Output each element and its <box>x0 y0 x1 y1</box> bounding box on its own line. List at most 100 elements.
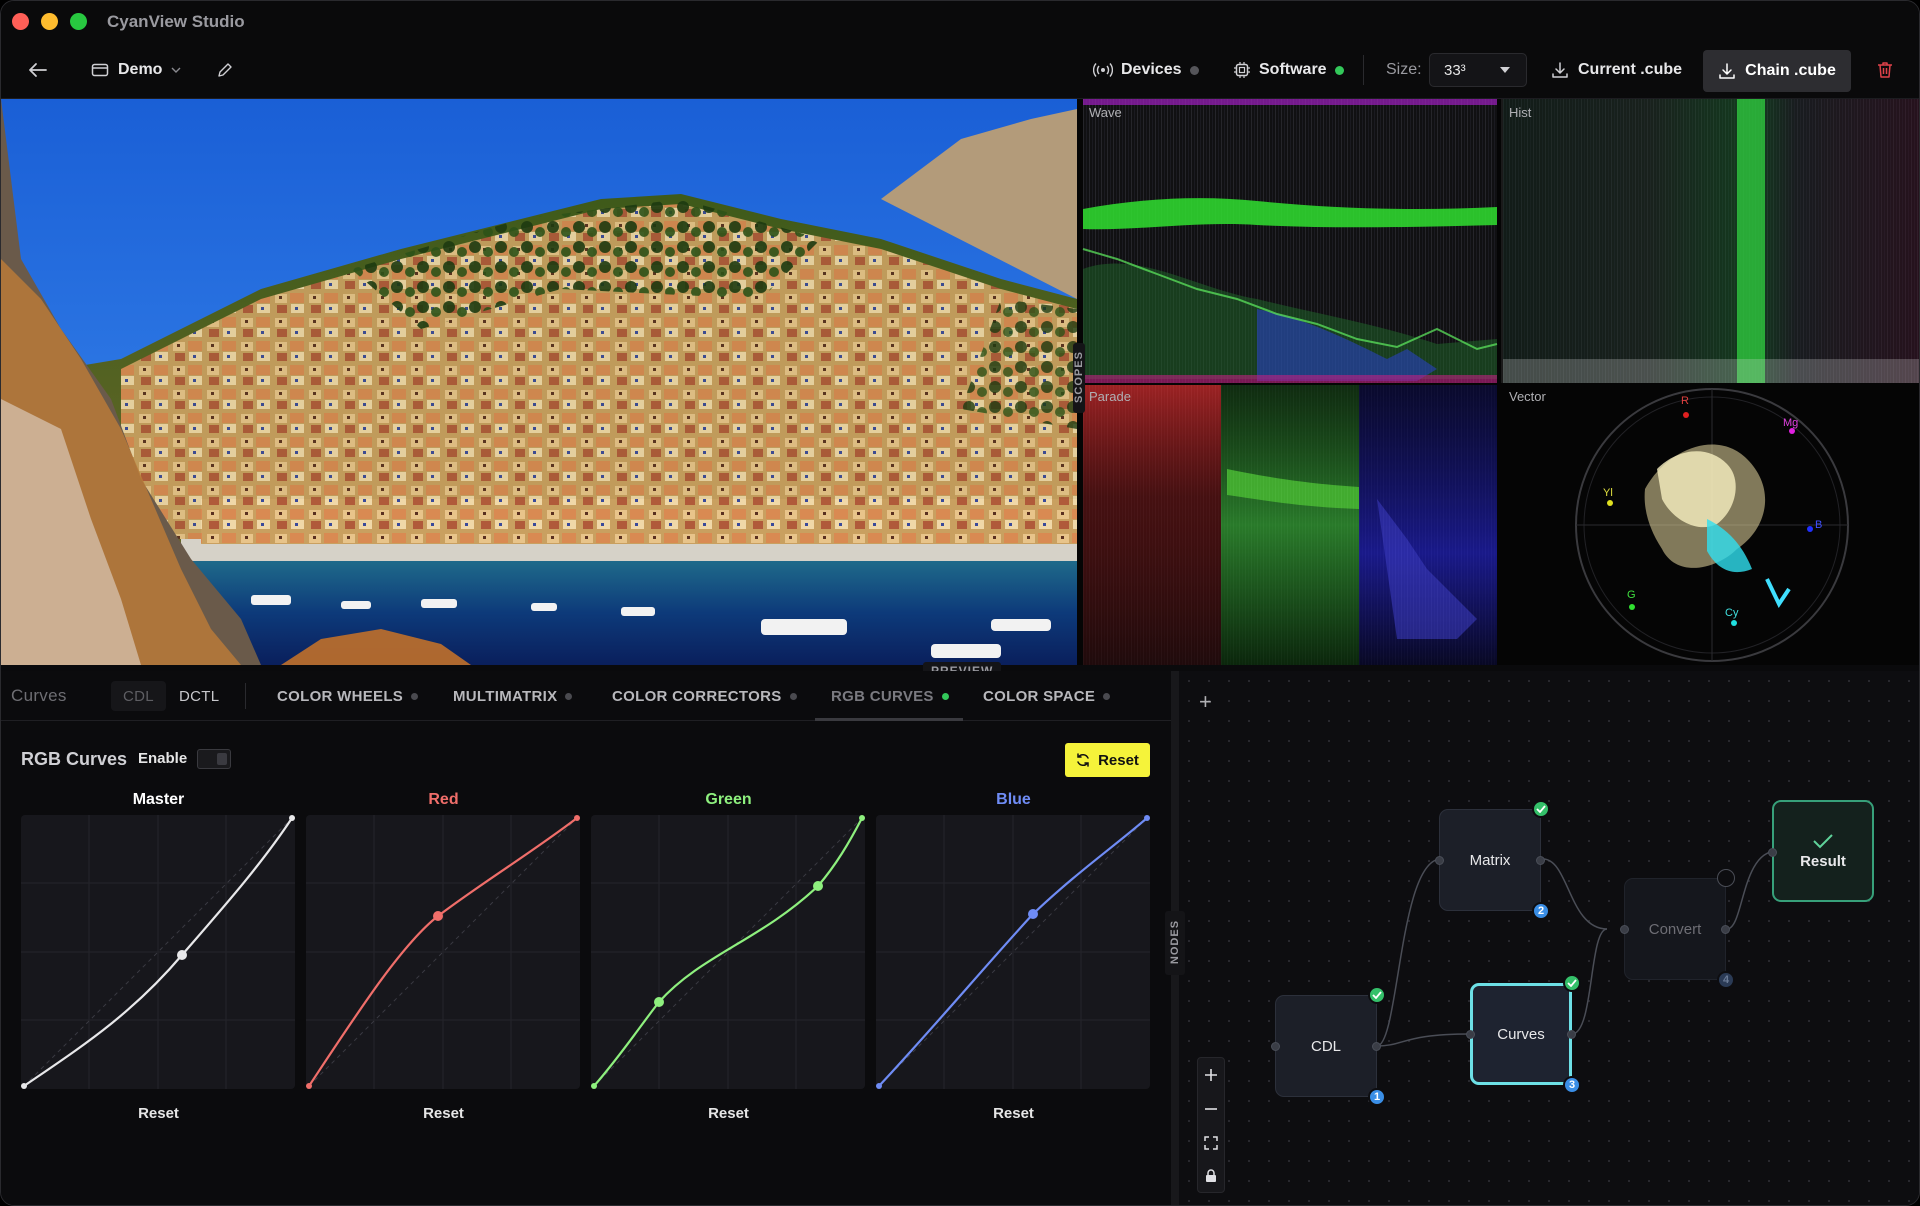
hist-label: Hist <box>1509 105 1532 120</box>
tab-curves[interactable]: Curves <box>11 671 67 721</box>
node-output-port[interactable] <box>1372 1042 1381 1051</box>
node-convert[interactable]: Convert 4 <box>1620 869 1735 989</box>
tab-label: RGB CURVES <box>831 687 934 705</box>
curve-endpoint[interactable] <box>289 815 295 821</box>
node-input-port[interactable] <box>1768 848 1777 857</box>
tab-cdl[interactable]: CDL <box>111 681 166 711</box>
reset-master-button[interactable]: Reset <box>21 1105 296 1122</box>
tab-color-wheels[interactable]: COLOR WHEELS <box>277 671 419 721</box>
lock-button[interactable] <box>1198 1159 1224 1192</box>
curve-editor-red[interactable] <box>306 815 580 1089</box>
curve-endpoint[interactable] <box>876 1083 882 1089</box>
lut-size-select[interactable]: 33³ <box>1429 53 1527 87</box>
edit-project-button[interactable] <box>217 41 233 99</box>
tab-separator <box>245 683 246 709</box>
scopes-toggle-tab[interactable]: SCOPES <box>1073 343 1085 413</box>
tab-status-dot <box>565 692 573 700</box>
curve-endpoint[interactable] <box>1144 815 1150 821</box>
node-index-badge: 4 <box>1717 971 1735 989</box>
zoom-window-button[interactable] <box>70 13 87 30</box>
tab-multimatrix[interactable]: MULTIMATRIX <box>453 671 573 721</box>
curve-control-point[interactable] <box>177 950 187 960</box>
vector-target-mg: Mg <box>1783 417 1799 429</box>
curve-control-point[interactable] <box>1028 909 1038 919</box>
devices-button[interactable]: Devices <box>1093 41 1199 99</box>
curve-editor-blue[interactable] <box>876 815 1150 1089</box>
tab-color-correctors[interactable]: COLOR CORRECTORS <box>612 671 797 721</box>
zoom-in-button[interactable] <box>1198 1058 1224 1091</box>
fit-view-button[interactable] <box>1198 1126 1224 1159</box>
curve-title-blue: Blue <box>996 791 1031 808</box>
download-icon <box>1552 62 1568 78</box>
title-bar: CyanView Studio <box>1 1 1919 41</box>
scopes-panel: Wave Hist Parade Vector R Mg Yl B G Cy <box>1077 99 1919 665</box>
zoom-out-button[interactable] <box>1198 1092 1224 1125</box>
node-graph-canvas[interactable]: + CDL 1 Matrix 2 Curves 3 Convert 4 Resu… <box>1179 671 1919 1205</box>
curve-editor-green[interactable] <box>591 815 865 1089</box>
reset-all-button[interactable]: Reset <box>1065 743 1150 777</box>
tab-status-dot <box>411 692 419 700</box>
tools-panel: Curves CDL DCTL COLOR WHEELS MULTIMATRIX… <box>1 671 1171 1205</box>
software-status-dot <box>1334 65 1344 75</box>
software-button[interactable]: Software <box>1233 41 1344 99</box>
pencil-icon <box>218 63 232 77</box>
delete-button[interactable] <box>1873 41 1897 99</box>
curve-endpoint[interactable] <box>21 1083 27 1089</box>
download-current-cube-button[interactable]: Current .cube <box>1551 41 1682 99</box>
reset-green-button[interactable]: Reset <box>591 1105 866 1122</box>
node-curves[interactable]: Curves 3 <box>1466 974 1581 1094</box>
curve-control-point[interactable] <box>433 911 443 921</box>
node-output-port[interactable] <box>1567 1030 1576 1039</box>
reset-all-label: Reset <box>1098 751 1139 769</box>
tab-status-dot <box>789 692 797 700</box>
enable-toggle[interactable] <box>197 749 231 769</box>
vector-target-yl: Yl <box>1603 487 1613 499</box>
broadcast-icon <box>1093 63 1113 77</box>
reset-blue-button[interactable]: Reset <box>876 1105 1151 1122</box>
node-matrix[interactable]: Matrix 2 <box>1435 800 1550 920</box>
download-chain-cube-button[interactable]: Chain .cube <box>1703 50 1851 92</box>
node-cdl[interactable]: CDL 1 <box>1271 986 1386 1106</box>
chip-icon <box>1234 62 1250 78</box>
node-input-port[interactable] <box>1271 1042 1280 1051</box>
toolbar-separator <box>1363 55 1364 85</box>
curve-control-point[interactable] <box>813 881 823 891</box>
node-input-port[interactable] <box>1435 856 1444 865</box>
project-selector[interactable]: Demo <box>91 41 181 99</box>
node-result[interactable]: Result <box>1768 800 1874 902</box>
close-window-button[interactable] <box>12 13 29 30</box>
software-label: Software <box>1259 61 1327 78</box>
app-title: CyanView Studio <box>107 12 245 31</box>
node-label: Convert <box>1648 920 1702 938</box>
curve-endpoint[interactable] <box>859 815 865 821</box>
download-icon <box>1719 63 1735 79</box>
tab-label: COLOR WHEELS <box>277 687 404 705</box>
reset-red-button[interactable]: Reset <box>306 1105 581 1122</box>
curve-control-point[interactable] <box>654 997 664 1007</box>
node-input-port[interactable] <box>1620 925 1629 934</box>
devices-label: Devices <box>1121 61 1182 78</box>
node-output-port[interactable] <box>1536 856 1545 865</box>
node-output-port[interactable] <box>1721 925 1730 934</box>
preview-image[interactable] <box>1 99 1077 665</box>
curve-endpoint[interactable] <box>306 1083 312 1089</box>
current-cube-label: Current .cube <box>1578 61 1683 78</box>
wave-label: Wave <box>1089 105 1122 120</box>
node-input-port[interactable] <box>1466 1030 1475 1039</box>
arrow-left-icon <box>29 63 47 77</box>
back-button[interactable] <box>25 41 51 99</box>
tab-color-space[interactable]: COLOR SPACE <box>983 671 1111 721</box>
fit-view-icon <box>1204 1135 1218 1150</box>
minimize-window-button[interactable] <box>41 13 58 30</box>
nodes-toggle-tab[interactable]: NODES <box>1165 911 1185 975</box>
curve-endpoint[interactable] <box>574 815 580 821</box>
scopes-tab-label: SCOPES <box>1073 351 1085 403</box>
vector-label: Vector <box>1509 389 1546 404</box>
tab-rgb-curves[interactable]: RGB CURVES <box>831 671 949 721</box>
curve-endpoint[interactable] <box>591 1083 597 1089</box>
curve-editor-master[interactable] <box>21 815 295 1089</box>
curve-title-master: Master <box>132 791 185 808</box>
curve-graph-master <box>21 815 295 1089</box>
check-icon <box>1563 974 1581 992</box>
tab-dctl[interactable]: DCTL <box>179 671 219 721</box>
